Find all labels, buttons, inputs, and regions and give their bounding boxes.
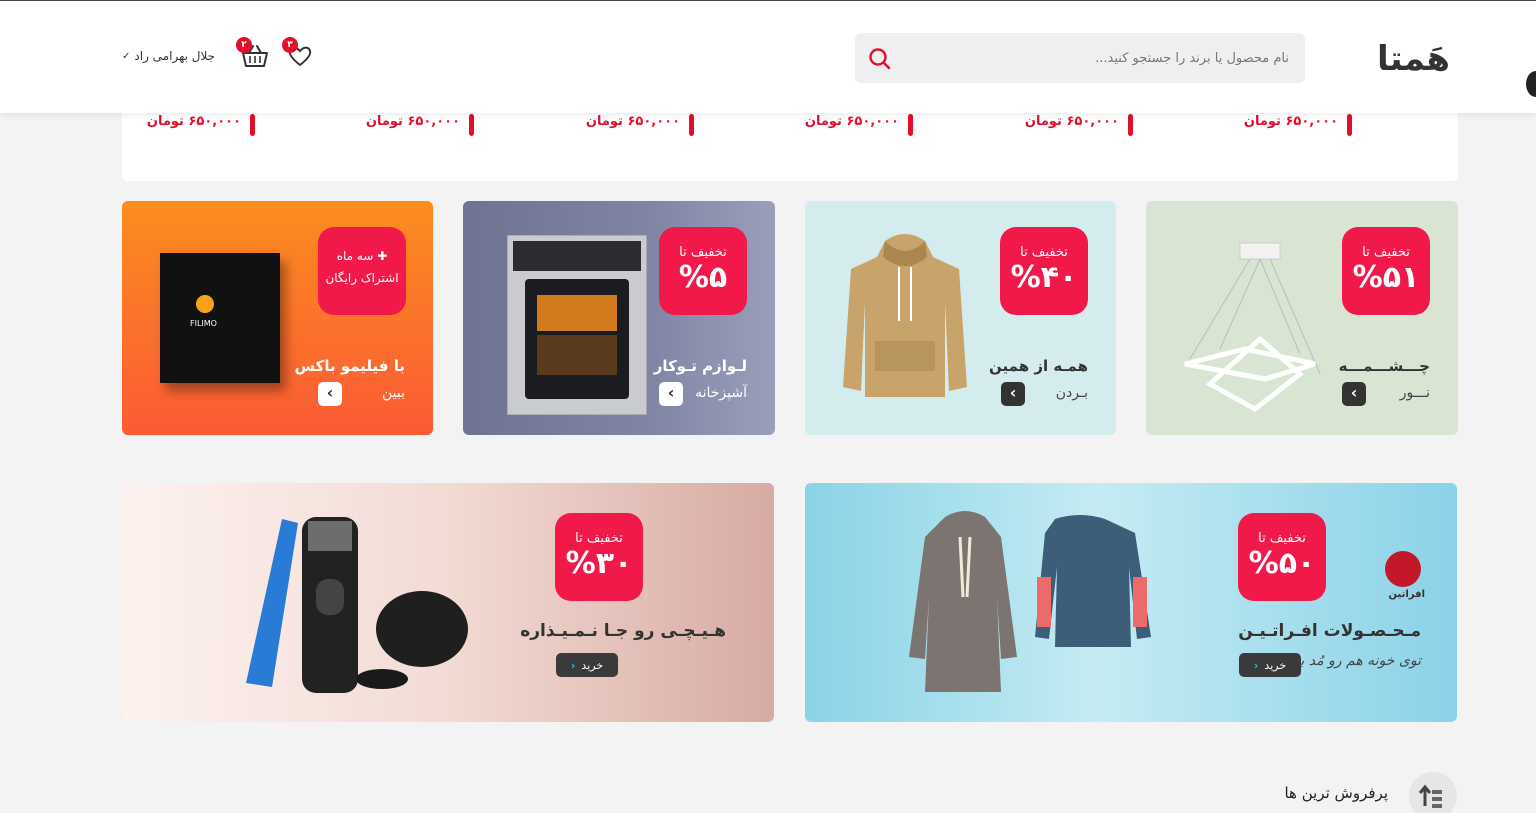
- product-price: ۶۵۰,۰۰۰ تومان: [1025, 114, 1133, 136]
- user-name: جلال بهرامی راد: [134, 49, 216, 63]
- user-menu[interactable]: جلال بهرامی راد ✓: [122, 49, 215, 63]
- buy-button[interactable]: خرید ‹: [556, 653, 618, 677]
- discount-tag: تخفیف تا %۵: [659, 227, 747, 315]
- filimo-box-brand: FILIMO: [190, 319, 217, 328]
- search-box: [855, 33, 1305, 83]
- product-price: ۶۵۰,۰۰۰ تومان: [1244, 114, 1352, 136]
- subscription-tag: ✚ سه ماه اشتراک رایگان: [318, 227, 406, 315]
- chevron-left-icon[interactable]: ‹: [318, 382, 342, 406]
- promo-card-filimo[interactable]: FILIMO ✚ سه ماه اشتراک رایگان با فیلیمو …: [122, 201, 433, 435]
- filimo-box-image: FILIMO: [160, 253, 280, 383]
- chevron-left-icon[interactable]: ‹: [1342, 382, 1366, 406]
- shaver-image: [246, 517, 468, 693]
- discount-tag: تخفیف تا %۵۱: [1342, 227, 1430, 315]
- card-title: با فیلیمو باکس: [294, 357, 405, 375]
- page-edge-handle: [1526, 71, 1536, 97]
- card-title: چـــشـــمـــه: [1338, 357, 1430, 375]
- card-title: همـه از همین: [989, 357, 1088, 375]
- bestsellers-title: پرفروش ترین ها: [1284, 784, 1388, 802]
- product-price-strip: ۶۵۰,۰۰۰ تومان ۶۵۰,۰۰۰ تومان ۶۵۰,۰۰۰ توما…: [122, 108, 1458, 181]
- chevron-left-icon: ‹: [1253, 658, 1259, 672]
- search-input[interactable]: [905, 33, 1305, 83]
- site-header: هَمتا ۳ ۲ جلال بهرامی راد ✓: [0, 0, 1536, 113]
- banner-title: مـحـصـولات افـراتـیـن: [1238, 621, 1421, 641]
- chevron-left-icon[interactable]: ‹: [1001, 382, 1025, 406]
- sort-icon: [1409, 772, 1457, 813]
- discount-tag: تخفیف تا %۳۰: [555, 513, 643, 601]
- cart-button[interactable]: ۲: [236, 37, 270, 69]
- promo-card-chandelier[interactable]: تخفیف تا %۵۱ چـــشـــمـــه نـــور ‹: [1146, 201, 1458, 435]
- discount-tag: تخفیف تا %۵۰: [1238, 513, 1326, 601]
- clothing-image: [909, 511, 1151, 692]
- buy-button[interactable]: خرید ‹: [1239, 653, 1301, 677]
- search-icon[interactable]: [867, 46, 893, 72]
- afratin-logo-text: افراتین: [1388, 589, 1425, 600]
- chevron-down-icon: ✓: [122, 50, 131, 62]
- card-subtitle: بـردن: [1055, 385, 1088, 401]
- product-price: ۶۵۰,۰۰۰ تومان: [586, 114, 694, 136]
- chandelier-image: [1184, 242, 1321, 412]
- banner-braun[interactable]: تخفیف تا %۳۰ هـیـچـی رو جـا نـمـیـذاره خ…: [122, 483, 774, 722]
- cart-badge: ۲: [236, 37, 252, 53]
- oven-image: [507, 235, 647, 415]
- banner-title: هـیـچـی رو جـا نـمـیـذاره: [520, 621, 726, 641]
- card-title: لـوازم تـوکار: [653, 357, 747, 375]
- chevron-left-icon: ‹: [570, 658, 576, 672]
- favorites-badge: ۳: [282, 37, 298, 53]
- product-price: ۶۵۰,۰۰۰ تومان: [366, 114, 474, 136]
- product-price: ۶۵۰,۰۰۰ تومان: [147, 114, 255, 136]
- favorites-button[interactable]: ۳: [282, 37, 314, 69]
- banner-afratin[interactable]: تخفیف تا %۵۰ افراتین مـحـصـولات افـراتـی…: [805, 483, 1457, 722]
- card-subtitle: ببین: [381, 385, 405, 401]
- promo-card-hoodie[interactable]: تخفیف تا %۴۰ همـه از همین بـردن ‹: [805, 201, 1116, 435]
- chevron-left-icon[interactable]: ‹: [659, 382, 683, 406]
- site-logo[interactable]: هَمتا: [1377, 39, 1451, 79]
- hoodie-image: [843, 234, 967, 397]
- card-subtitle: آشپزخانه: [695, 385, 747, 401]
- card-subtitle: نـــور: [1399, 385, 1430, 401]
- afratin-logo: [1385, 551, 1421, 587]
- promo-card-oven[interactable]: تخفیف تا %۵ لـوازم تـوکار آشپزخانه ‹: [463, 201, 775, 435]
- discount-tag: تخفیف تا %۴۰: [1000, 227, 1088, 315]
- product-price: ۶۵۰,۰۰۰ تومان: [805, 114, 913, 136]
